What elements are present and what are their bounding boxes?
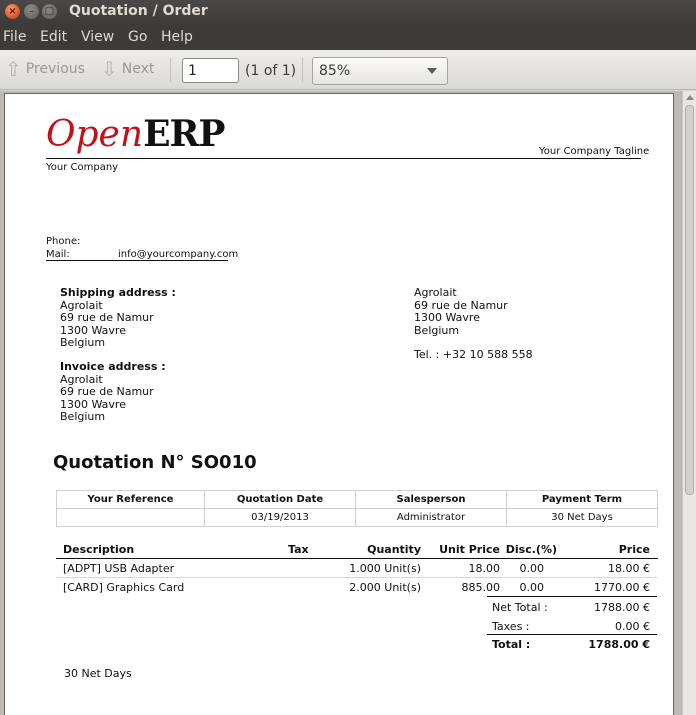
menu-go[interactable]: Go [128,29,147,45]
address-line: 1300 Wavre [414,311,480,324]
table-header-cell: Salesperson [355,490,507,509]
invoice-address: Invoice address : Agrolait 69 rue de Nam… [60,360,166,424]
page-count: (1 of 1) [245,63,297,79]
line-discount: 0.00 [519,562,545,575]
zoom-select[interactable]: 85% [312,57,448,85]
payment-term-note: 30 Net Days [64,667,132,680]
previous-page-button[interactable]: ⇧ Previous [5,57,85,81]
table-header-cell: Payment Term [506,490,658,509]
address-line: Belgium [60,336,106,349]
totals-divider [487,596,657,597]
maximize-window-button[interactable]: □ [42,4,57,19]
previous-label: Previous [25,61,85,77]
col-discount: Disc.(%) [505,543,557,556]
mail-value: info@yourcompany.com [118,249,239,260]
header-divider [46,158,641,159]
address-line: Agrolait [60,298,103,312]
logo-erp-text: ERP [143,113,225,155]
table-cell: Administrator [355,508,507,527]
table-cell: 03/19/2013 [204,508,356,527]
menu-view[interactable]: View [81,29,114,45]
minimize-window-button[interactable]: – [24,4,39,19]
line-discount: 0.00 [519,581,545,594]
address-line: Agrolait [414,286,457,299]
address-line: Agrolait [60,372,103,386]
mail-label: Mail: [46,249,70,260]
toolbar-separator [302,58,303,82]
table-cell [56,508,205,527]
page-number-input[interactable] [182,58,239,83]
table-row: [CARD] Graphics Card 2.000 Unit(s) 885.0… [56,578,658,597]
line-price: 18.00 € [608,562,650,575]
order-lines-header: Description Tax Quantity Unit Price Disc… [56,540,658,559]
address-line: Belgium [414,323,460,337]
document-viewport[interactable]: OpenERP Your Company Tagline Your Compan… [0,91,682,715]
totals-divider [487,634,657,635]
table-header-cell: Quotation Date [204,490,356,509]
company-tagline: Your Company Tagline [539,146,650,157]
address-line: 1300 Wavre [60,397,126,411]
company-logo: OpenERP [46,113,226,155]
quotation-info-table: Your Reference Quotation Date Salesperso… [56,490,658,527]
address-line: 69 rue de Namur [60,385,154,398]
taxes-value: 0.00 € [615,620,650,633]
total-label: Total : [492,638,531,651]
taxes-label: Taxes : [492,620,530,633]
table-header-row: Your Reference Quotation Date Salesperso… [56,490,658,509]
table-row: [ADPT] USB Adapter 1.000 Unit(s) 18.00 0… [56,559,658,578]
toolbar-separator [170,58,171,82]
scrollbar-thumb[interactable] [685,105,694,495]
invoice-address-title: Invoice address : [60,360,166,373]
next-label: Next [121,61,155,77]
close-window-button[interactable]: × [5,4,20,19]
table-header-cell: Your Reference [56,490,205,509]
col-description: Description [63,543,135,556]
window-title: Quotation / Order [69,3,208,19]
scroll-up-icon[interactable] [686,95,694,100]
net-total-value: 1788.00 € [594,601,650,614]
address-line: 1300 Wavre [60,323,126,337]
line-description: [CARD] Graphics Card [63,581,185,594]
document-page: OpenERP Your Company Tagline Your Compan… [4,93,674,715]
mail-underline [46,260,228,261]
line-unit-price: 18.00 [468,562,501,575]
menu-help[interactable]: Help [161,29,193,45]
quotation-title: Quotation N° SO010 [53,452,257,473]
line-unit-price: 885.00 [461,581,501,594]
order-lines: Description Tax Quantity Unit Price Disc… [56,540,658,597]
col-tax: Tax [288,543,309,556]
shipping-address-title: Shipping address : [60,286,176,299]
vertical-scrollbar[interactable] [682,91,696,715]
table-row: 03/19/2013 Administrator 30 Net Days [56,508,658,527]
partner-phone: Tel. : +32 10 588 558 [414,348,533,361]
address-line: 69 rue de Namur [60,311,154,324]
window-titlebar: × – □ Quotation / Order [0,0,696,24]
col-quantity: Quantity [367,543,421,556]
line-price: 1770.00 € [594,581,650,594]
menu-bar: File Edit View Go Help [0,24,696,50]
address-line: 69 rue de Namur [414,298,508,312]
next-page-button[interactable]: ⇩ Next [101,57,155,81]
phone-label: Phone: [46,236,81,247]
arrow-down-icon: ⇩ [101,57,118,81]
partner-address: Agrolait 69 rue de Namur 1300 Wavre Belg… [414,286,533,362]
table-cell: 30 Net Days [506,508,658,527]
arrow-up-icon: ⇧ [5,57,22,81]
menu-file[interactable]: File [3,29,26,45]
chevron-down-icon [427,68,437,74]
net-total-label: Net Total : [492,601,548,614]
col-price: Price [618,543,650,556]
line-quantity: 2.000 Unit(s) [349,581,421,594]
menu-edit[interactable]: Edit [40,29,67,45]
logo-open-text: Open [46,114,144,155]
company-name: Your Company [46,162,119,173]
zoom-value: 85% [319,63,351,79]
line-description: [ADPT] USB Adapter [63,562,175,575]
line-quantity: 1.000 Unit(s) [349,562,421,575]
total-value: 1788.00 € [588,638,650,651]
shipping-address: Shipping address : Agrolait 69 rue de Na… [60,286,176,350]
col-unit-price: Unit Price [439,543,500,556]
address-line: Belgium [60,410,106,423]
